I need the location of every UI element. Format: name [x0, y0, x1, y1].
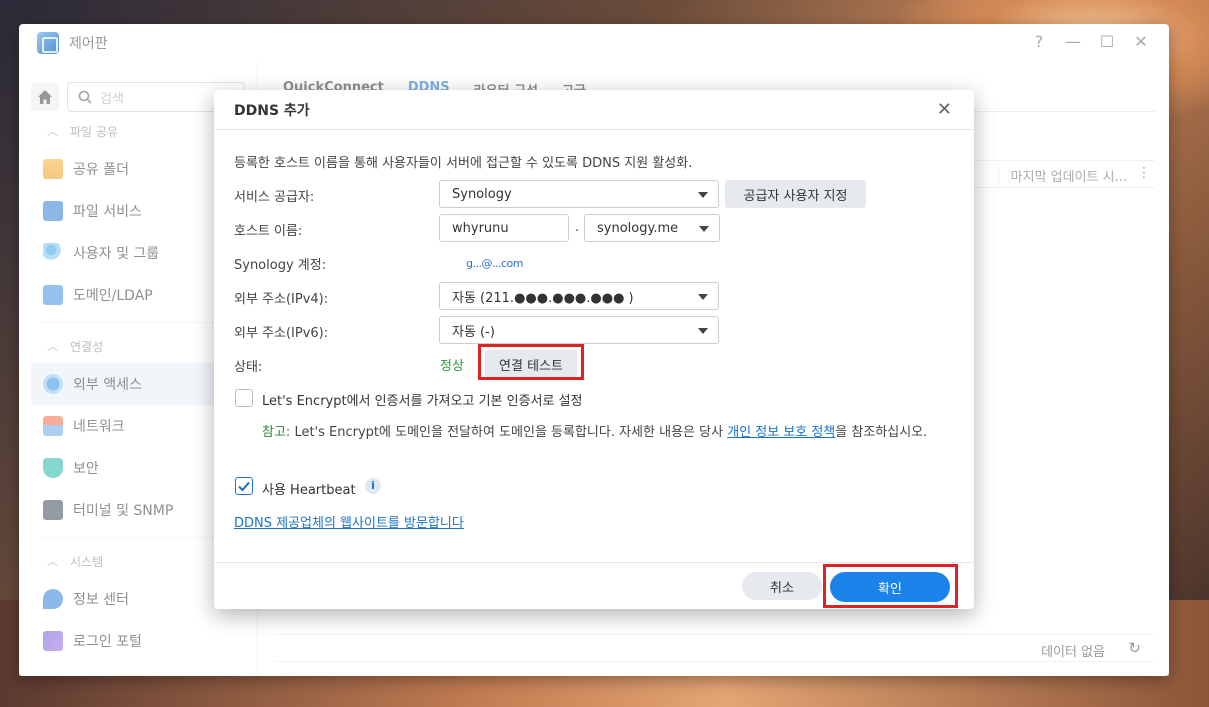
chevron-down-icon	[698, 192, 708, 198]
ipv6-value: 자동 (-)	[452, 324, 495, 340]
account-link[interactable]: g...@...com	[466, 257, 523, 270]
cancel-button[interactable]: 취소	[742, 572, 822, 600]
chevron-down-icon	[699, 226, 709, 232]
heartbeat-label: 사용 Heartbeat	[262, 483, 356, 498]
domain-select[interactable]: synology.me	[584, 214, 720, 242]
highlight-box-test	[478, 344, 584, 380]
provider-website-link[interactable]: DDNS 제공업체의 웹사이트를 방문합니다	[234, 512, 464, 531]
dialog-header: DDNS 추가 ✕	[214, 90, 974, 130]
account-label: Synology 계정:	[234, 258, 327, 273]
control-panel-icon	[37, 32, 59, 54]
minimize-button[interactable]: —	[1063, 32, 1083, 52]
ipv4-select[interactable]: 자동 (211.●●●.●●●.●●● )	[439, 282, 719, 310]
status-value: 정상	[440, 359, 464, 374]
dialog-description: 등록한 호스트 이름을 통해 사용자들이 서버에 접근할 수 있도록 DDNS …	[234, 156, 693, 171]
provider-select[interactable]: Synology	[439, 180, 719, 208]
letsencrypt-note: 참고: Let's Encrypt에 도메인을 전달하여 도메인을 등록합니다.…	[262, 423, 962, 443]
domain-value: synology.me	[597, 220, 679, 236]
chevron-down-icon	[698, 294, 708, 300]
window-controls: ? — ☐ ✕	[1029, 32, 1151, 52]
hostname-input[interactable]: whyrunu	[439, 214, 569, 242]
maximize-button[interactable]: ☐	[1097, 32, 1117, 52]
note-text: Let's Encrypt에 도메인을 전달하여 도메인을 등록합니다. 자세한…	[290, 425, 728, 440]
privacy-policy-link[interactable]: 개인 정보 보호 정책	[727, 425, 835, 440]
highlight-box-ok	[823, 564, 958, 608]
close-icon[interactable]: ✕	[937, 99, 952, 120]
help-button[interactable]: ?	[1029, 32, 1049, 52]
close-window-button[interactable]: ✕	[1131, 32, 1151, 52]
dialog-title: DDNS 추가	[234, 102, 310, 119]
ipv4-value: 자동 (211.●●●.●●●.●●● )	[452, 290, 634, 306]
checkmark-icon	[238, 481, 250, 492]
provider-label: 서비스 공급자:	[234, 190, 315, 205]
note-suffix: 을 참조하십시오.	[835, 425, 928, 440]
status-label: 상태:	[234, 360, 263, 375]
ipv6-label: 외부 주소(IPv6):	[234, 326, 329, 341]
provider-value: Synology	[452, 186, 512, 202]
ddns-add-dialog: DDNS 추가 ✕ 등록한 호스트 이름을 통해 사용자들이 서버에 접근할 수…	[214, 90, 974, 609]
chevron-down-icon	[698, 328, 708, 334]
letsencrypt-checkbox[interactable]	[235, 389, 253, 407]
window-title: 제어판	[69, 36, 108, 52]
custom-provider-button[interactable]: 공급자 사용자 지정	[725, 180, 866, 208]
info-icon[interactable]: i	[365, 478, 381, 494]
note-prefix: 참고:	[262, 425, 291, 440]
ipv4-label: 외부 주소(IPv4):	[234, 292, 329, 307]
letsencrypt-label: Let's Encrypt에서 인증서를 가져오고 기본 인증서로 설정	[262, 394, 583, 409]
footer-divider	[214, 562, 974, 563]
ipv6-select[interactable]: 자동 (-)	[439, 316, 719, 344]
hostname-dot: .	[575, 220, 580, 235]
hostname-label: 호스트 이름:	[234, 224, 303, 239]
heartbeat-checkbox[interactable]	[235, 477, 253, 495]
title-bar: 제어판 ? — ☐ ✕	[19, 24, 1169, 62]
